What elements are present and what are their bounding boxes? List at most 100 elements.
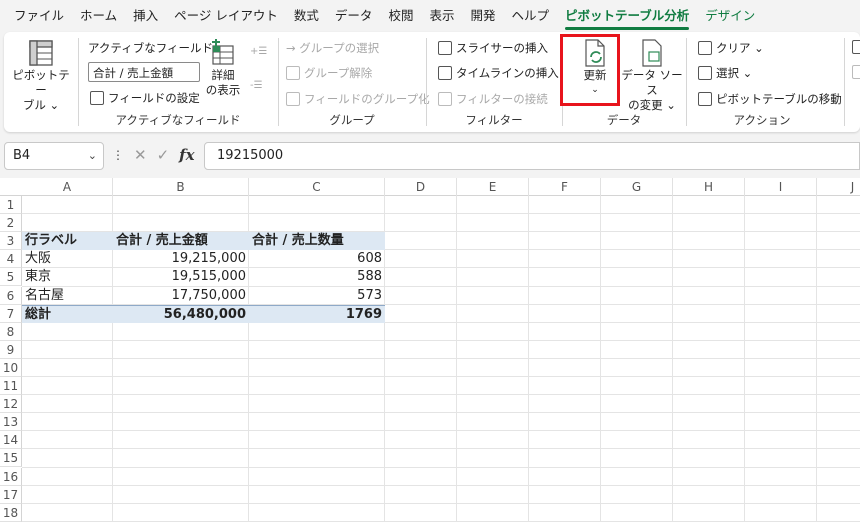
active-field-title: アクティブなフィールド:	[88, 41, 217, 55]
row-header-7[interactable]: 7	[0, 304, 22, 323]
active-field-input[interactable]: 合計 / 売上金額	[88, 62, 200, 82]
calculations-icon[interactable]	[852, 40, 860, 54]
pivot-row-label[interactable]: 東京	[22, 268, 113, 286]
pivot-value-cell[interactable]: 573	[249, 287, 385, 305]
clear-icon	[698, 41, 712, 55]
tab-10[interactable]: ピボットテーブル分析	[557, 5, 697, 32]
clear-button[interactable]: クリア ⌄	[698, 40, 764, 56]
pivot-header-cell[interactable]: 合計 / 売上金額	[113, 232, 249, 251]
row-header-2[interactable]: 2	[0, 214, 22, 233]
insert-slicer-button[interactable]: スライサーの挿入	[438, 40, 548, 56]
column-header-E[interactable]: E	[457, 178, 529, 196]
slicer-icon	[438, 41, 452, 55]
filter-group: スライサーの挿入 タイムラインの挿入 フィルターの接続 フィルター	[426, 32, 562, 132]
collapse-field-icon[interactable]: -☰	[250, 80, 263, 91]
pivot-value-cell[interactable]: 19,515,000	[113, 268, 249, 286]
move-pivottable-button[interactable]: ピボットテーブルの移動	[698, 91, 842, 107]
field-settings-icon	[90, 91, 104, 105]
formula-bar: B4 ⌄ ⋮ ✕ ✓ fx 19215000	[0, 138, 860, 174]
active-field-group: アクティブなフィールド: 合計 / 売上金額 フィールドの設定 詳細 の表示 +…	[78, 32, 278, 132]
timeline-icon	[438, 66, 452, 80]
column-header-J[interactable]: J	[817, 178, 860, 196]
row-header-4[interactable]: 4	[0, 250, 22, 269]
ungroup-button[interactable]: グループ解除	[286, 65, 372, 81]
show-detail-button[interactable]: 詳細 の表示	[202, 38, 244, 98]
pivot-total-cell[interactable]: 1769	[249, 304, 385, 323]
field-settings-button[interactable]: フィールドの設定	[90, 90, 200, 106]
column-header-H[interactable]: H	[673, 178, 745, 196]
column-header-F[interactable]: F	[529, 178, 601, 196]
pivottable-group: ピボットテー ブル ⌄	[4, 32, 78, 132]
formula-input[interactable]: 19215000	[204, 142, 860, 170]
column-header-A[interactable]: A	[22, 178, 113, 196]
row-header-9[interactable]: 9	[0, 340, 22, 359]
refresh-highlight-box	[560, 34, 620, 106]
row-header-5[interactable]: 5	[0, 268, 22, 287]
group-selection-button[interactable]: → グループの選択	[286, 40, 379, 56]
tab-6[interactable]: 校閲	[380, 5, 421, 32]
pivot-value-cell[interactable]: 17,750,000	[113, 287, 249, 305]
pivot-value-cell[interactable]: 588	[249, 268, 385, 286]
tab-0[interactable]: ファイル	[6, 5, 72, 32]
pivot-row-label[interactable]: 名古屋	[22, 287, 113, 305]
expand-field-icon[interactable]: +☰	[250, 46, 267, 57]
more-icon[interactable]: ⋮	[112, 148, 124, 162]
insert-timeline-button[interactable]: タイムラインの挿入	[438, 65, 559, 81]
pivot-header-cell[interactable]: 合計 / 売上数量	[249, 232, 385, 251]
column-header-G[interactable]: G	[601, 178, 673, 196]
column-header-B[interactable]: B	[113, 178, 249, 196]
group-group-label: グループ	[329, 113, 375, 127]
row-header-13[interactable]: 13	[0, 413, 22, 432]
tab-8[interactable]: 開発	[462, 5, 503, 32]
action-group: クリア ⌄ 選択 ⌄ ピボットテーブルの移動 アクション	[686, 32, 842, 132]
tab-2[interactable]: 挿入	[125, 5, 166, 32]
ribbon: ピボットテー ブル ⌄ アクティブなフィールド: 合計 / 売上金額 フィールド…	[4, 32, 860, 132]
tab-5[interactable]: データ	[327, 5, 381, 32]
column-header-D[interactable]: D	[385, 178, 457, 196]
pivot-total-cell[interactable]: 56,480,000	[113, 304, 249, 323]
row-header-3[interactable]: 3	[0, 232, 22, 251]
row-header-6[interactable]: 6	[0, 286, 22, 305]
row-header-14[interactable]: 14	[0, 431, 22, 450]
select-icon	[698, 66, 712, 80]
row-header-1[interactable]: 1	[0, 196, 22, 215]
pivot-value-cell[interactable]: 19,215,000	[113, 250, 249, 268]
tab-3[interactable]: ページ レイアウト	[166, 5, 286, 32]
pivot-total-cell[interactable]: 総計	[22, 304, 113, 323]
move-pivottable-icon	[698, 92, 712, 106]
tab-4[interactable]: 数式	[286, 5, 327, 32]
row-header-11[interactable]: 11	[0, 377, 22, 396]
chevron-down-icon[interactable]: ⌄	[88, 149, 97, 162]
row-header-8[interactable]: 8	[0, 322, 22, 341]
row-header-17[interactable]: 17	[0, 485, 22, 504]
pivot-row-label[interactable]: 大阪	[22, 250, 113, 268]
tab-9[interactable]: ヘルプ	[503, 5, 557, 32]
filter-connections-button[interactable]: フィルターの接続	[438, 91, 548, 107]
name-box[interactable]: B4 ⌄	[4, 142, 104, 170]
cancel-icon[interactable]: ✕	[134, 146, 147, 164]
row-header-18[interactable]: 18	[0, 503, 22, 522]
row-header-12[interactable]: 12	[0, 395, 22, 414]
tab-1[interactable]: ホーム	[72, 5, 125, 32]
change-data-source-icon	[642, 39, 662, 67]
row-header-15[interactable]: 15	[0, 449, 22, 468]
tools-icon[interactable]	[852, 65, 860, 79]
enter-icon[interactable]: ✓	[157, 146, 170, 164]
row-header-16[interactable]: 16	[0, 467, 22, 486]
formula-actions: ⋮ ✕ ✓ fx	[112, 146, 195, 164]
pivot-value-cell[interactable]: 608	[249, 250, 385, 268]
column-header-I[interactable]: I	[745, 178, 817, 196]
spreadsheet-grid[interactable]: ABCDEFGHIJ 1 2 3 4 5 6 7 8 9 10 11 12 13 14 15 16 17 18 行ラ…	[0, 178, 860, 525]
group-field-button[interactable]: フィールドのグループ化	[286, 91, 430, 107]
row-header-10[interactable]: 10	[0, 358, 22, 377]
insert-function-icon[interactable]: fx	[179, 146, 194, 164]
tab-11[interactable]: デザイン	[697, 5, 763, 32]
column-header-C[interactable]: C	[249, 178, 385, 196]
change-data-source-button[interactable]: データ ソース の変更 ⌄	[620, 38, 684, 113]
pivot-header-cell[interactable]: 行ラベル	[22, 232, 132, 251]
pivottable-button[interactable]: ピボットテー ブル ⌄	[10, 38, 72, 113]
action-group-label: アクション	[733, 113, 791, 127]
tab-7[interactable]: 表示	[421, 5, 462, 32]
select-button[interactable]: 選択 ⌄	[698, 65, 752, 81]
active-field-group-label: アクティブなフィールド	[115, 113, 241, 127]
